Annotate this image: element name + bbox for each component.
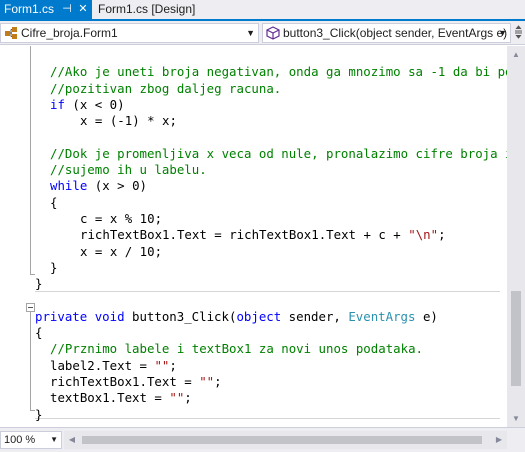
code-token: x = (-1) * x; (80, 113, 177, 129)
outline-end (30, 274, 35, 275)
code-token: if (50, 96, 65, 112)
method-separator (35, 418, 500, 419)
scroll-left-icon[interactable]: ◀ (64, 431, 80, 449)
chevron-down-icon: ▼ (50, 435, 58, 444)
scroll-thumb[interactable] (511, 291, 521, 386)
code-token: //Ako je uneti broja negativan, onda ga … (50, 64, 507, 80)
zoom-value: 100 % (4, 434, 36, 446)
type-dropdown-value: Cifre_broja.Form1 (21, 26, 118, 40)
code-token: void (94, 308, 125, 324)
code-token: (x < 0) (64, 96, 125, 112)
tab-label: Form1.cs (4, 2, 55, 16)
code-token: richTextBox1.Text = (50, 374, 200, 389)
code-line[interactable]: { (50, 195, 57, 211)
code-token: { (35, 325, 43, 341)
type-dropdown[interactable]: Cifre_broja.Form1 ▼ (0, 23, 259, 43)
outline-line (30, 312, 31, 410)
code-token: e) (415, 308, 438, 324)
code-token: } (50, 259, 58, 275)
member-dropdown-value: button3_Click(object sender, EventArgs e… (283, 26, 508, 40)
code-token: //Dok je promenljiva x veca od nule, pro… (50, 145, 507, 161)
code-token: ; (214, 374, 222, 389)
scroll-right-icon[interactable]: ▶ (491, 431, 507, 449)
split-window-icon[interactable] (514, 25, 523, 41)
navigation-bar: Cifre_broja.Form1 ▼ button3_Click(object… (0, 21, 525, 45)
code-token: sender, (281, 308, 349, 324)
pin-icon[interactable]: ⊣ (60, 0, 74, 19)
code-line[interactable]: label2.Text = ""; (50, 358, 177, 374)
code-line[interactable]: { (35, 325, 42, 341)
code-line[interactable]: //pozitivan zbog daljeg racuna. (50, 81, 281, 97)
code-line[interactable]: } (50, 260, 57, 276)
code-editor[interactable]: //Ako je uneti broja negativan, onda ga … (0, 46, 507, 427)
scroll-corner (507, 431, 525, 449)
code-line[interactable]: c = x % 10; (80, 211, 162, 227)
code-line[interactable]: richTextBox1.Text = ""; (50, 374, 222, 390)
method-separator (35, 291, 500, 292)
class-icon (5, 27, 17, 39)
document-tab-strip: Form1.cs ⊣ ✕ Form1.cs [Design] (0, 0, 525, 21)
outline-line (30, 46, 31, 274)
code-line[interactable]: x = (-1) * x; (80, 113, 177, 129)
code-token: object (236, 308, 282, 324)
method-icon (266, 26, 280, 40)
code-token: (x > 0) (87, 178, 147, 194)
code-token: } (35, 406, 43, 422)
code-token: textBox1.Text = (50, 390, 170, 406)
code-token: //Prznimo labele i textBox1 za novi unos… (50, 341, 423, 357)
code-line[interactable]: private void button3_Click(object sender… (35, 309, 438, 325)
scroll-thumb[interactable] (82, 436, 482, 444)
code-token: c = x % 10; (80, 211, 163, 226)
code-line[interactable]: //Ako je uneti broja negativan, onda ga … (50, 64, 507, 80)
code-token: //sujemo ih u labelu. (50, 162, 207, 178)
code-line[interactable]: if (x < 0) (50, 97, 125, 113)
code-token: //pozitivan zbog daljeg racuna. (50, 80, 282, 96)
horizontal-scrollbar[interactable]: ◀ ▶ (64, 431, 507, 449)
editor-bottom-bar: 100 % ▼ ◀ ▶ (0, 427, 525, 452)
code-token: } (35, 276, 43, 292)
indicator-margin (0, 46, 5, 427)
close-icon[interactable]: ✕ (76, 0, 90, 19)
code-token: ; (438, 227, 446, 243)
tab-form1-cs[interactable]: Form1.cs ⊣ ✕ (0, 0, 92, 19)
code-line[interactable]: } (35, 276, 42, 292)
code-token: private (35, 308, 88, 324)
code-token: while (50, 178, 88, 194)
chevron-down-icon: ▼ (498, 28, 507, 38)
code-line[interactable]: textBox1.Text = ""; (50, 390, 192, 406)
code-line[interactable]: //Prznimo labele i textBox1 za novi unos… (50, 341, 423, 357)
code-line[interactable]: //Dok je promenljiva x veca od nule, pro… (50, 146, 507, 162)
code-line[interactable]: while (x > 0) (50, 178, 147, 194)
code-line[interactable]: } (35, 407, 42, 423)
code-token: button3_Click( (124, 308, 237, 324)
code-token: EventArgs (348, 308, 416, 324)
tab-label: Form1.cs [Design] (98, 2, 196, 16)
tab-form1-design[interactable]: Form1.cs [Design] (93, 0, 223, 19)
vertical-scrollbar[interactable]: ▲ ▼ (507, 46, 525, 427)
code-line[interactable]: x = x / 10; (80, 244, 162, 260)
collapse-icon[interactable] (26, 303, 35, 312)
code-token: "" (169, 390, 185, 406)
code-token: ; (184, 390, 192, 406)
code-token: x = x / 10; (80, 243, 163, 259)
code-token: "\n" (408, 227, 439, 243)
code-token: "" (199, 374, 215, 389)
code-token: { (50, 194, 58, 210)
code-line[interactable]: //sujemo ih u labelu. (50, 162, 207, 178)
chevron-down-icon: ▼ (246, 28, 255, 38)
scroll-up-icon[interactable]: ▲ (507, 46, 525, 63)
code-token: "" (154, 357, 170, 373)
zoom-dropdown[interactable]: 100 % ▼ (0, 431, 62, 449)
scroll-down-icon[interactable]: ▼ (507, 410, 525, 427)
code-token: label2.Text = (50, 357, 155, 373)
code-line[interactable]: richTextBox1.Text = richTextBox1.Text + … (80, 227, 446, 243)
code-token: ; (169, 357, 177, 373)
member-dropdown[interactable]: button3_Click(object sender, EventArgs e… (262, 23, 511, 43)
code-token: richTextBox1.Text = richTextBox1.Text + … (80, 227, 409, 243)
